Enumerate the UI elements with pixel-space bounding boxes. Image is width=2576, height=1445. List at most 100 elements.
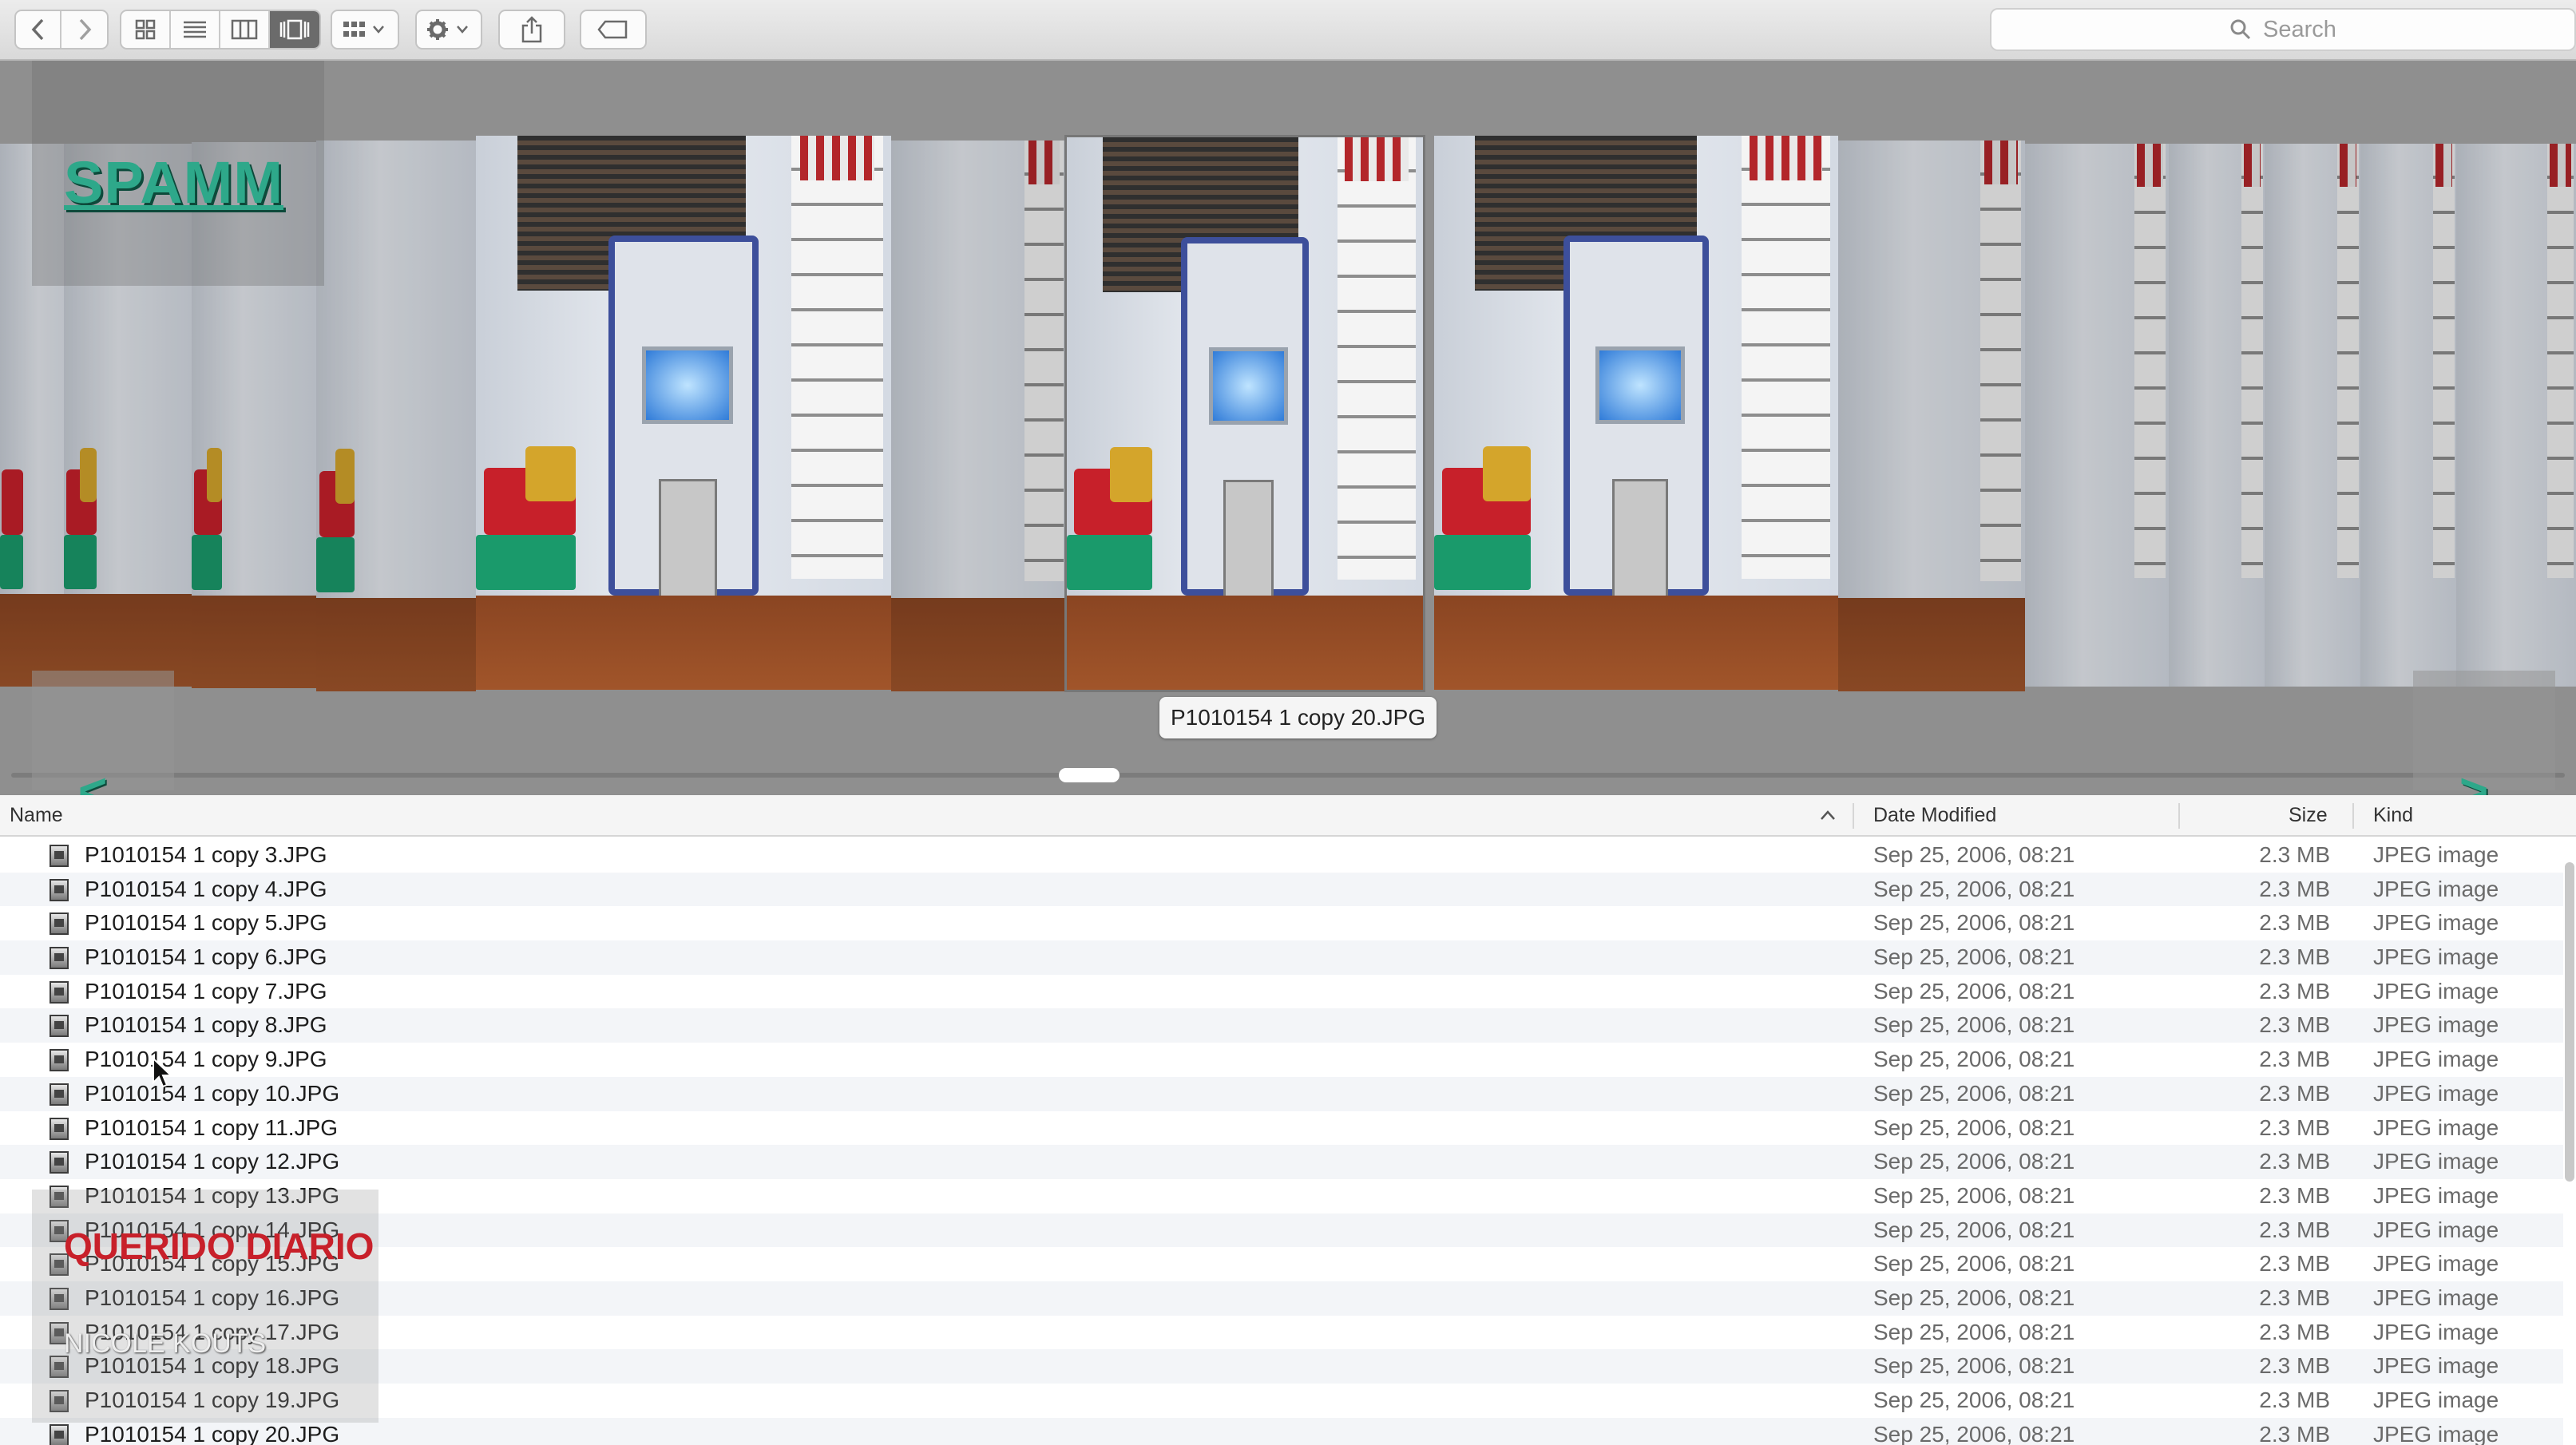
file-size: 2.3 MB (2259, 876, 2330, 901)
file-row[interactable]: P1010154 1 copy 14.JPG Sep 25, 2006, 08:2… (0, 1213, 2563, 1248)
cover-flow-thumbnail[interactable] (2360, 144, 2456, 687)
cover-flow-selected-image[interactable] (1067, 137, 1423, 690)
jpeg-file-icon (50, 980, 69, 1004)
file-row[interactable]: P1010154 1 copy 17.JPG Sep 25, 2006, 08:2… (0, 1316, 2563, 1350)
file-name: P1010154 1 copy 3.JPG (85, 842, 327, 867)
file-row[interactable]: P1010154 1 copy 8.JPG Sep 25, 2006, 08:21… (0, 1008, 2563, 1043)
jpeg-file-icon (50, 947, 69, 970)
group-by-button[interactable] (331, 10, 399, 49)
nav-buttons (14, 10, 109, 49)
file-row[interactable]: P1010154 1 copy 4.JPG Sep 25, 2006, 08:21… (0, 872, 2563, 907)
column-view-icon (231, 19, 258, 40)
cover-flow-scrollbar[interactable] (11, 773, 2565, 778)
file-name: P1010154 1 copy 7.JPG (85, 978, 327, 1004)
jpeg-file-icon (50, 1015, 69, 1038)
file-date-modified: Sep 25, 2006, 08:21 (1873, 1012, 2075, 1038)
search-input[interactable]: Search (1990, 8, 2576, 51)
cover-flow-thumbnail[interactable] (2265, 144, 2360, 687)
tag-button[interactable] (580, 10, 647, 49)
file-kind: JPEG image (2373, 1319, 2499, 1344)
file-name: P1010154 1 copy 8.JPG (85, 1012, 327, 1038)
file-row[interactable]: P1010154 1 copy 20.JPG Sep 25, 2006, 08:2… (0, 1417, 2563, 1445)
file-kind: JPEG image (2373, 910, 2499, 936)
file-date-modified: Sep 25, 2006, 08:21 (1873, 842, 2075, 867)
forward-button[interactable] (61, 11, 107, 48)
column-view-button[interactable] (220, 11, 270, 48)
jpeg-file-icon (50, 1151, 69, 1174)
file-row[interactable]: P1010154 1 copy 12.JPG Sep 25, 2006, 08:2… (0, 1145, 2563, 1179)
cover-flow-thumbnail[interactable] (1434, 136, 1838, 690)
cover-flow-thumbnail[interactable] (1838, 141, 2025, 691)
file-date-modified: Sep 25, 2006, 08:21 (1873, 1251, 2075, 1277)
cover-flow-thumbnail[interactable] (2169, 144, 2265, 687)
selected-file-caption: P1010154 1 copy 20.JPG (1159, 697, 1437, 738)
cover-flow-thumbnail[interactable] (891, 141, 1067, 691)
list-view-button[interactable] (171, 11, 220, 48)
cover-flow-scroll-thumb[interactable] (1059, 768, 1120, 782)
action-menu-button[interactable] (415, 10, 482, 49)
sort-ascending-indicator[interactable] (1819, 795, 1837, 835)
cover-flow-thumbnail[interactable] (476, 136, 891, 690)
file-row[interactable]: P1010154 1 copy 13.JPG Sep 25, 2006, 08:2… (0, 1179, 2563, 1213)
file-row[interactable]: P1010154 1 copy 3.JPG Sep 25, 2006, 08:21… (0, 838, 2563, 873)
cover-flow-icon (279, 19, 310, 40)
file-kind: JPEG image (2373, 1047, 2499, 1072)
file-date-modified: Sep 25, 2006, 08:21 (1873, 910, 2075, 936)
diary-title-watermark: QUERIDO DIARIO (64, 1225, 375, 1267)
file-size: 2.3 MB (2259, 1251, 2330, 1277)
file-kind: JPEG image (2373, 1285, 2499, 1310)
file-row[interactable]: P1010154 1 copy 11.JPG Sep 25, 2006, 08:2… (0, 1111, 2563, 1146)
file-size: 2.3 MB (2259, 842, 2330, 867)
file-row[interactable]: P1010154 1 copy 19.JPG Sep 25, 2006, 08:2… (0, 1384, 2563, 1418)
back-button[interactable] (16, 11, 61, 48)
cover-flow-button[interactable] (270, 11, 319, 48)
file-date-modified: Sep 25, 2006, 08:21 (1873, 978, 2075, 1004)
chevron-left-icon (31, 18, 43, 41)
file-date-modified: Sep 25, 2006, 08:21 (1873, 1047, 2075, 1072)
file-size: 2.3 MB (2259, 1319, 2330, 1344)
file-row[interactable]: P1010154 1 copy 9.JPG Sep 25, 2006, 08:21… (0, 1043, 2563, 1077)
file-row[interactable]: P1010154 1 copy 6.JPG Sep 25, 2006, 08:21… (0, 940, 2563, 975)
jpeg-file-icon (50, 1423, 69, 1445)
file-date-modified: Sep 25, 2006, 08:21 (1873, 1285, 2075, 1310)
file-name: P1010154 1 copy 6.JPG (85, 944, 327, 970)
file-kind: JPEG image (2373, 1080, 2499, 1106)
list-scrollbar[interactable] (2565, 862, 2574, 1182)
date-column-header[interactable]: Date Modified (1873, 795, 1996, 835)
file-date-modified: Sep 25, 2006, 08:21 (1873, 1114, 2075, 1140)
search-placeholder: Search (2263, 16, 2336, 42)
column-divider (2352, 803, 2354, 829)
icon-view-button[interactable] (121, 11, 171, 48)
file-size: 2.3 MB (2259, 1149, 2330, 1174)
file-size: 2.3 MB (2259, 1285, 2330, 1310)
cover-flow-area[interactable]: SPAMM P1010154 1 copy 20.JPG (0, 61, 2576, 795)
file-name: P1010154 1 copy 11.JPG (85, 1114, 339, 1140)
file-row[interactable]: P1010154 1 copy 7.JPG Sep 25, 2006, 08:21… (0, 975, 2563, 1009)
cover-flow-thumbnail[interactable] (316, 141, 476, 691)
author-watermark: NICOLE KOUTS (64, 1328, 267, 1359)
file-kind: JPEG image (2373, 1182, 2499, 1208)
file-date-modified: Sep 25, 2006, 08:21 (1873, 1149, 2075, 1174)
file-name: P1010154 1 copy 12.JPG (85, 1149, 340, 1174)
spamm-logo: SPAMM (64, 149, 283, 216)
cover-flow-thumbnail[interactable] (2456, 144, 2576, 687)
column-divider (2178, 803, 2180, 829)
file-kind: JPEG image (2373, 1012, 2499, 1038)
group-by-icon (343, 22, 384, 37)
file-row[interactable]: P1010154 1 copy 16.JPG Sep 25, 2006, 08:2… (0, 1281, 2563, 1316)
size-column-header[interactable]: Size (2289, 795, 2328, 835)
file-kind: JPEG image (2373, 1217, 2499, 1242)
file-kind: JPEG image (2373, 1353, 2499, 1379)
list-view-icon (184, 21, 206, 38)
cover-flow-thumbnail[interactable] (2025, 144, 2169, 687)
file-row[interactable]: P1010154 1 copy 5.JPG Sep 25, 2006, 08:21… (0, 906, 2563, 940)
kind-column-header[interactable]: Kind (2373, 795, 2413, 835)
file-kind: JPEG image (2373, 978, 2499, 1004)
file-row[interactable]: P1010154 1 copy 18.JPG Sep 25, 2006, 08:2… (0, 1349, 2563, 1384)
file-list: P1010154 1 copy 3.JPG Sep 25, 2006, 08:21… (0, 838, 2563, 1445)
name-column-header[interactable]: Name (10, 795, 63, 835)
file-row[interactable]: P1010154 1 copy 15.JPG Sep 25, 2006, 08:2… (0, 1247, 2563, 1281)
file-row[interactable]: P1010154 1 copy 10.JPG Sep 25, 2006, 08:2… (0, 1076, 2563, 1111)
share-button[interactable] (498, 10, 565, 49)
file-size: 2.3 MB (2259, 1353, 2330, 1379)
